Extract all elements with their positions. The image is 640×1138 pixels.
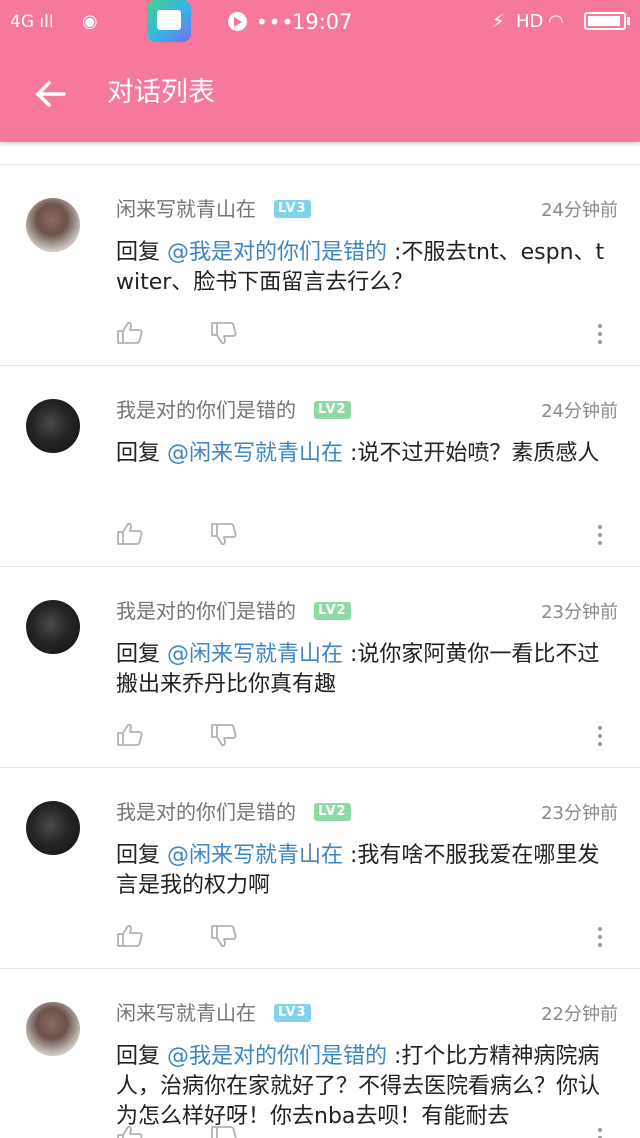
reply-prefix: 回复	[116, 642, 167, 667]
signal-icon: 4G ıll	[10, 12, 54, 32]
network-type: 4G	[10, 12, 34, 32]
reply-prefix: 回复	[116, 240, 167, 265]
toolbar: 对话列表	[0, 44, 640, 142]
comment-time: 24分钟前	[541, 401, 618, 422]
username[interactable]: 闲来写就青山在	[116, 997, 256, 1026]
dot	[598, 726, 602, 730]
dot	[598, 943, 602, 947]
comment-list[interactable]: 闲来写就青山在 LV3 24分钟前 回复 @我是对的你们是错的 :不服去tnt、…	[0, 142, 640, 1138]
reply-prefix: 回复	[116, 843, 167, 868]
comment-text: :说不过开始喷？素质感人	[343, 441, 600, 466]
charge-icon: ⚡	[492, 11, 505, 32]
username[interactable]: 我是对的你们是错的	[116, 394, 296, 423]
more-notifications-icon: •••	[256, 10, 295, 34]
dot	[598, 340, 602, 344]
avatar[interactable]	[26, 399, 80, 453]
comment-item[interactable]: 我是对的你们是错的 LV2 23分钟前 回复 @闲来写就青山在 :说你家阿黄你一…	[0, 567, 640, 768]
thumbs-down-icon[interactable]	[210, 924, 238, 948]
avatar[interactable]	[26, 198, 80, 252]
thumbs-up-icon[interactable]	[116, 522, 144, 546]
reply-prefix: 回复	[116, 1044, 167, 1069]
dot	[598, 742, 602, 746]
comment-content: 回复 @闲来写就青山在 :说不过开始喷？素质感人	[116, 439, 616, 469]
mention-link[interactable]: @闲来写就青山在	[167, 642, 343, 667]
dot	[598, 324, 602, 328]
thumbs-up-icon[interactable]	[116, 1125, 144, 1138]
thumbs-down-icon[interactable]	[210, 723, 238, 747]
more-options-icon[interactable]	[590, 321, 610, 347]
dot	[598, 332, 602, 336]
mention-link[interactable]: @我是对的你们是错的	[167, 240, 387, 265]
reply-prefix: 回复	[116, 441, 167, 466]
avatar[interactable]	[26, 600, 80, 654]
username[interactable]: 闲来写就青山在	[116, 193, 256, 222]
username[interactable]: 我是对的你们是错的	[116, 796, 296, 825]
page-title: 对话列表	[107, 77, 215, 108]
mention-link[interactable]: @闲来写就青山在	[167, 843, 343, 868]
level-badge: LV2	[314, 602, 351, 620]
thumbs-down-icon[interactable]	[210, 1125, 238, 1138]
dot	[598, 734, 602, 738]
media-icon	[228, 12, 247, 31]
comment-content: 回复 @闲来写就青山在 :我有啥不服我爱在哪里发言是我的权力啊	[116, 841, 616, 901]
avatar[interactable]	[26, 801, 80, 855]
dot	[598, 927, 602, 931]
status-bar: 4G ıll ◉ ••• 19:07 ⚡ HD ◠	[0, 0, 640, 44]
username[interactable]: 我是对的你们是错的	[116, 595, 296, 624]
comment-time: 22分钟前	[541, 1004, 618, 1025]
battery-fill	[588, 16, 620, 26]
dot	[598, 525, 602, 529]
more-options-icon[interactable]	[590, 522, 610, 548]
comment-time: 24分钟前	[541, 200, 618, 221]
dot	[598, 541, 602, 545]
more-options-icon[interactable]	[590, 723, 610, 749]
arrow-left-icon[interactable]	[24, 68, 76, 120]
dot	[598, 1128, 602, 1132]
crown-icon	[157, 10, 181, 30]
thumbs-up-icon[interactable]	[116, 321, 144, 345]
thumbs-up-icon[interactable]	[116, 723, 144, 747]
more-options-icon[interactable]	[590, 1125, 610, 1138]
comment-item[interactable]: 闲来写就青山在 LV3 22分钟前 回复 @我是对的你们是错的 :打个比方精神病…	[0, 969, 640, 1138]
weibo-icon: ◉	[82, 11, 98, 32]
dot	[598, 935, 602, 939]
wifi-icon: ◠	[548, 11, 564, 32]
status-time: 19:07	[292, 10, 353, 34]
mention-link[interactable]: @闲来写就青山在	[167, 441, 343, 466]
battery-icon	[584, 12, 630, 30]
level-badge: LV2	[314, 803, 351, 821]
comment-content: 回复 @闲来写就青山在 :说你家阿黄你一看比不过搬出来乔丹比你真有趣	[116, 640, 616, 700]
comment-item[interactable]: 我是对的你们是错的 LV2 24分钟前 回复 @闲来写就青山在 :说不过开始喷？…	[0, 366, 640, 567]
comment-item[interactable]: 我是对的你们是错的 LV2 23分钟前 回复 @闲来写就青山在 :我有啥不服我爱…	[0, 768, 640, 969]
avatar[interactable]	[26, 1002, 80, 1056]
comment-item[interactable]: 闲来写就青山在 LV3 24分钟前 回复 @我是对的你们是错的 :不服去tnt、…	[0, 165, 640, 366]
level-badge: LV3	[274, 1004, 311, 1022]
thumbs-down-icon[interactable]	[210, 321, 238, 345]
thumbs-up-icon[interactable]	[116, 924, 144, 948]
comment-content: 回复 @我是对的你们是错的 :打个比方精神病院病人，治病你在家就好了？不得去医院…	[116, 1042, 616, 1132]
comment-content: 回复 @我是对的你们是错的 :不服去tnt、espn、twiter、脸书下面留言…	[116, 238, 616, 298]
app-icon	[147, 0, 191, 42]
level-badge: LV2	[314, 401, 351, 419]
dot	[598, 533, 602, 537]
network-label: HD	[516, 11, 544, 32]
mention-link[interactable]: @我是对的你们是错的	[167, 1044, 387, 1069]
more-options-icon[interactable]	[590, 924, 610, 950]
comment-time: 23分钟前	[541, 602, 618, 623]
comment-time: 23分钟前	[541, 803, 618, 824]
thumbs-down-icon[interactable]	[210, 522, 238, 546]
level-badge: LV3	[274, 200, 311, 218]
